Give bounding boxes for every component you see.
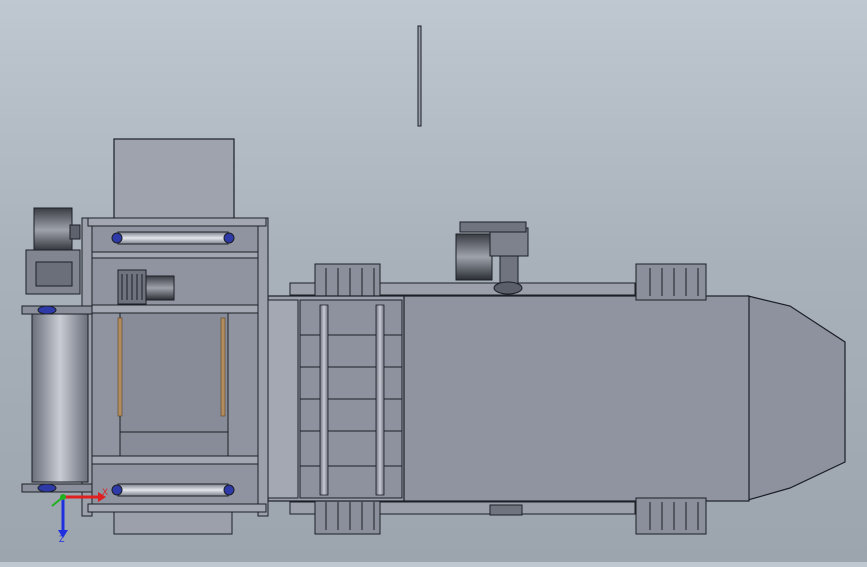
feed-conveyor[interactable] [267,295,405,502]
left-drive-motor[interactable] [25,207,81,295]
track-pad-bottom-left [314,497,381,535]
cad-viewport[interactable]: X Z [0,0,867,562]
bottom-bracket [489,504,523,516]
track-pad-top-right [635,263,707,301]
track-pad-top-left [314,263,381,301]
top-roller[interactable] [111,231,235,245]
left-drum[interactable] [21,305,93,493]
coordinate-triad: X Z [51,487,108,544]
x-axis-label: X [102,487,108,497]
track-pad-bottom-right [635,497,707,535]
vertical-rod [417,25,422,127]
hopper[interactable] [113,138,235,230]
z-axis-label: Z [59,534,65,544]
bottom-roller[interactable] [111,483,235,497]
